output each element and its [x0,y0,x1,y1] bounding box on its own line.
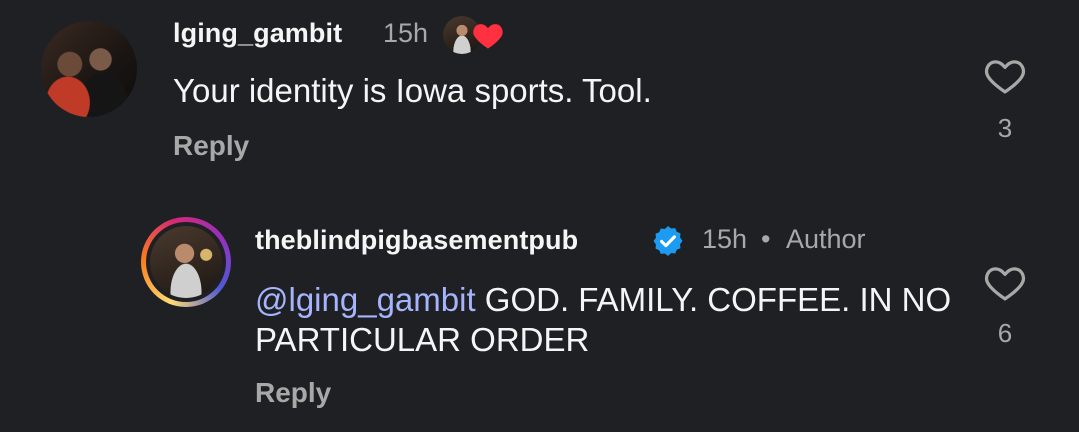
mention-link[interactable]: @lging_gambit [255,281,476,318]
avatar[interactable] [141,217,231,307]
liked-by-author-indicator [441,14,503,56]
avatar[interactable] [41,21,137,117]
like-button[interactable] [980,55,1030,100]
like-count: 3 [997,113,1013,143]
comment-timestamp: 15h [383,18,429,48]
comment-text: @lging_gambit GOD. FAMILY. COFFEE. IN NO… [255,280,955,360]
separator-dot: • [761,224,771,254]
avatar-photo [150,226,222,298]
heart-filled-icon [473,24,503,49]
reply-button[interactable]: Reply [173,130,249,162]
heart-outline-icon [984,60,1026,94]
like-count: 6 [997,318,1013,348]
heart-outline-icon [984,267,1026,301]
author-badge: Author [786,224,866,254]
like-button[interactable] [980,262,1030,307]
comment-text: Your identity is Iowa sports. Tool. [173,72,652,109]
comment-username[interactable]: lging_gambit [173,18,342,49]
reply-button[interactable]: Reply [255,377,331,409]
comment-timestamp: 15h [702,224,748,254]
verified-badge-icon [653,226,683,256]
comment-username[interactable]: theblindpigbasementpub [255,225,578,256]
